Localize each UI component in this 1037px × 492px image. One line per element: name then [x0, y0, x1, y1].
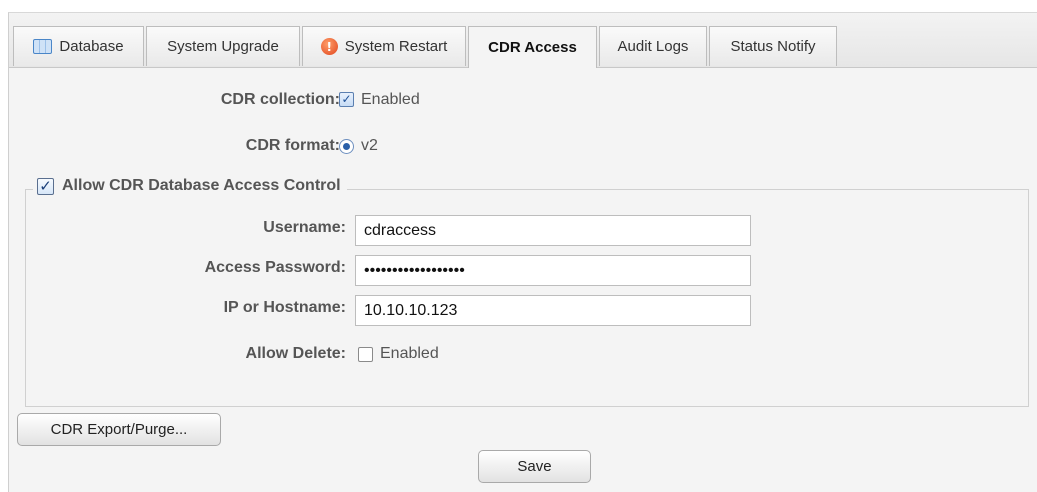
username-label: Username:	[263, 219, 346, 236]
warning-icon: !	[320, 38, 338, 55]
database-icon	[33, 39, 53, 54]
cdr-access-panel: Database System Upgrade ! System Restart…	[8, 12, 1037, 492]
tab-system-restart[interactable]: ! System Restart	[302, 26, 466, 66]
username-input[interactable]	[355, 215, 751, 246]
cdr-format-label: CDR format:	[245, 137, 340, 154]
tab-label: Audit Logs	[617, 38, 689, 55]
tab-database[interactable]: Database	[13, 26, 144, 66]
host-label: IP or Hostname:	[223, 299, 346, 316]
access-control-checkbox[interactable]: ✓	[37, 177, 54, 195]
save-button[interactable]: Save	[478, 450, 591, 483]
tab-label: System Upgrade	[167, 38, 279, 55]
tab-cdr-access[interactable]: CDR Access	[468, 26, 597, 68]
password-input[interactable]	[355, 255, 751, 286]
password-label: Access Password:	[204, 259, 346, 276]
allow-delete-enabled-label: Enabled	[380, 345, 439, 362]
cdr-collection-label: CDR collection:	[220, 91, 340, 108]
cdr-format-radio[interactable]	[339, 139, 354, 154]
allow-delete-label: Allow Delete:	[245, 345, 346, 362]
tab-status-notify[interactable]: Status Notify	[709, 26, 837, 66]
tab-bar: Database System Upgrade ! System Restart…	[9, 13, 1037, 68]
tab-label: Status Notify	[730, 38, 816, 55]
tab-label: System Restart	[344, 38, 448, 55]
cdr-collection-checkbox[interactable]: ✓	[339, 92, 354, 107]
allow-delete-checkbox[interactable]	[358, 347, 373, 362]
access-control-legend: ✓ Allow CDR Database Access Control	[33, 177, 347, 195]
access-control-legend-label: Allow CDR Database Access Control	[62, 177, 341, 194]
tab-label: CDR Access	[488, 39, 577, 56]
cdr-collection-enabled-label: Enabled	[361, 91, 420, 108]
host-input[interactable]	[355, 295, 751, 326]
tab-audit-logs[interactable]: Audit Logs	[599, 26, 707, 66]
tab-label: Database	[59, 38, 124, 55]
cdr-format-value: v2	[361, 137, 378, 154]
cdr-export-purge-button[interactable]: CDR Export/Purge...	[17, 413, 221, 446]
tab-system-upgrade[interactable]: System Upgrade	[146, 26, 300, 66]
